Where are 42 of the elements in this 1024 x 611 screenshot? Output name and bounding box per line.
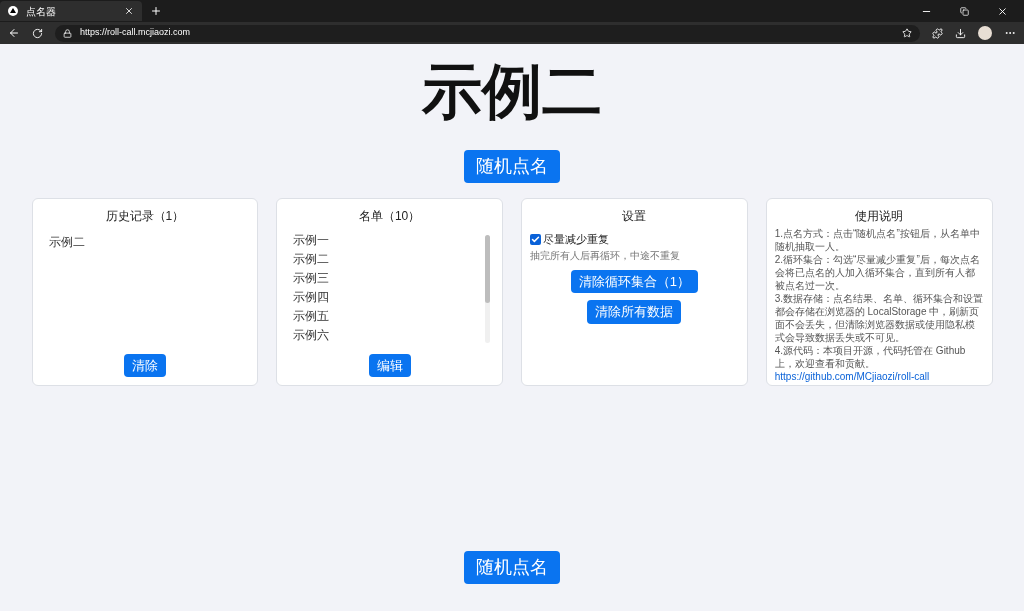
triangle-icon [8,6,18,16]
checkbox[interactable] [530,233,541,245]
refresh-icon[interactable] [32,27,43,39]
instruction-text: 2.循环集合：勾选“尽量减少重复”后，每次点名会将已点名的人加入循环集合，直到所有人都被点名过一次。 [774,254,980,291]
name-item: 示例四 [293,289,331,306]
browser-tab[interactable]: 点名器 [0,1,142,21]
action-button[interactable]: 清除 [123,353,166,377]
hint-text: 抽完所有人后再循环，中途不重复 [530,248,680,263]
action-button[interactable]: 编辑 [368,353,411,377]
instruction-text: 1.点名方式：点击“随机点名”按钮后，从名单中随机抽取一人。 [774,228,980,252]
new-tab-icon[interactable] [150,5,162,17]
card-title: 名单（10） [357,208,422,225]
instruction-text: 4.源代码：本项目开源，代码托管在 Github 上，欢迎查看和贡献。 [774,345,966,369]
scrollbar[interactable] [485,235,490,343]
action-button[interactable]: 随机点名 [464,551,560,584]
card-title: 设置 [621,208,648,225]
name-item: 示例六 [293,327,331,344]
download-icon[interactable] [955,27,966,39]
avatar-icon[interactable] [978,26,992,40]
card-title: 历史记录（1） [104,208,186,225]
action-button[interactable]: 随机点名 [464,150,560,183]
star-icon[interactable] [902,28,912,38]
close-icon[interactable] [124,6,134,16]
instruction-text: 3.数据存储：点名结果、名单、循环集合和设置都会存储在浏览器的 LocalStorage 中，刷新页面不会丢失，但清除浏览器数据或使用隐私模式会导致数据丢失或不可见。 [774,293,984,343]
result-name: 示例二 [422,57,602,127]
action-button[interactable]: 清除循环集合（1） [570,269,698,293]
name-item: 示例三 [293,270,331,287]
repo-link[interactable]: https://github.com/MCjiaozi/roll-call [774,371,930,382]
address-field[interactable]: https://roll-call.mcjiaozi.com [55,24,920,42]
lock-icon [63,28,72,38]
puzzle-icon[interactable] [932,27,943,39]
history-item: 示例二 [48,234,86,251]
card-title: 使用说明 [854,208,905,225]
name-item: 示例五 [293,308,331,325]
action-button[interactable]: 清除所有数据 [587,300,682,324]
name-item: 示例一 [293,232,331,249]
restore-icon[interactable] [960,6,969,16]
checkbox-label: 尽量减少重复 [543,232,609,247]
name-item: 示例二 [293,251,331,268]
close-icon[interactable] [997,5,1008,17]
back-icon[interactable] [8,27,20,39]
url-text: https://roll-call.mcjiaozi.com [80,26,192,40]
